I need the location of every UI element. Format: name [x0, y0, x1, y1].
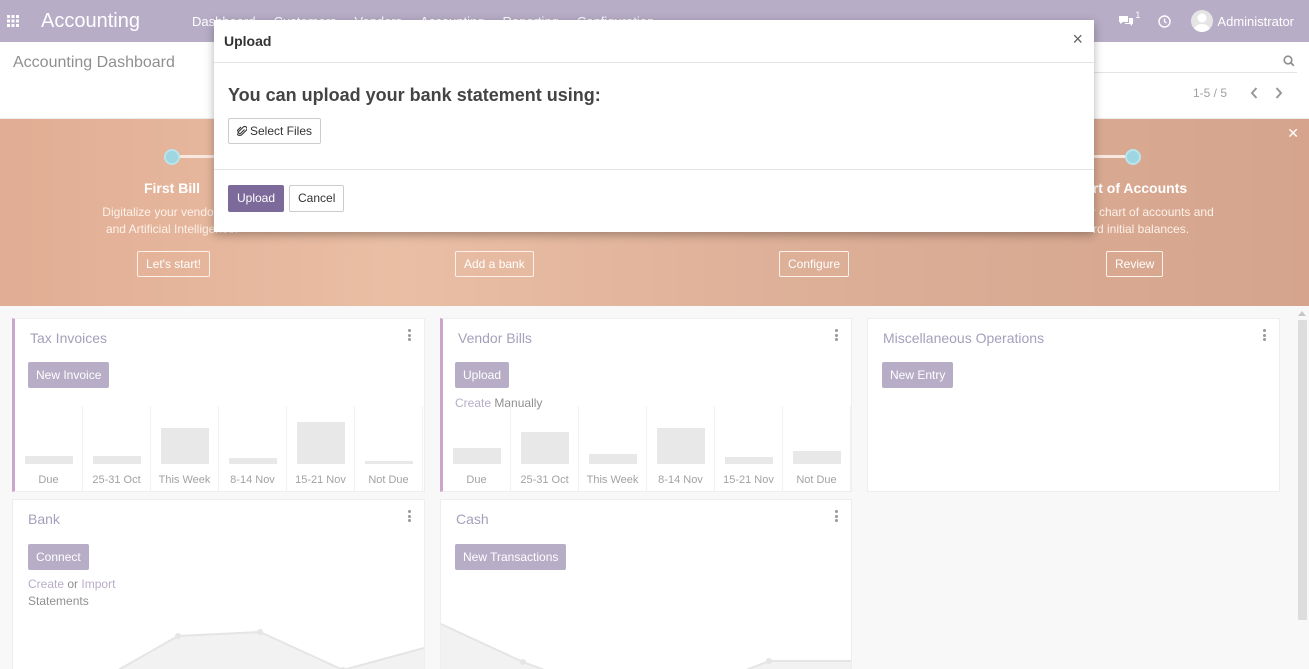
dialog-body: You can upload your bank statement using…: [214, 63, 1094, 170]
dialog-heading: You can upload your bank statement using…: [228, 85, 601, 105]
dialog-footer: Upload Cancel: [214, 170, 1094, 232]
upload-button[interactable]: Upload: [228, 185, 285, 212]
dialog-header: Upload ×: [214, 20, 1094, 63]
cancel-button[interactable]: Cancel: [289, 185, 345, 212]
dialog-title: Upload: [224, 33, 272, 49]
select-files-button[interactable]: Select Files: [228, 118, 322, 144]
paperclip-icon: [237, 125, 247, 137]
upload-dialog: Upload × You can upload your bank statem…: [214, 20, 1094, 232]
dialog-close-icon[interactable]: ×: [1072, 29, 1083, 50]
select-files-label: Select Files: [250, 124, 313, 138]
